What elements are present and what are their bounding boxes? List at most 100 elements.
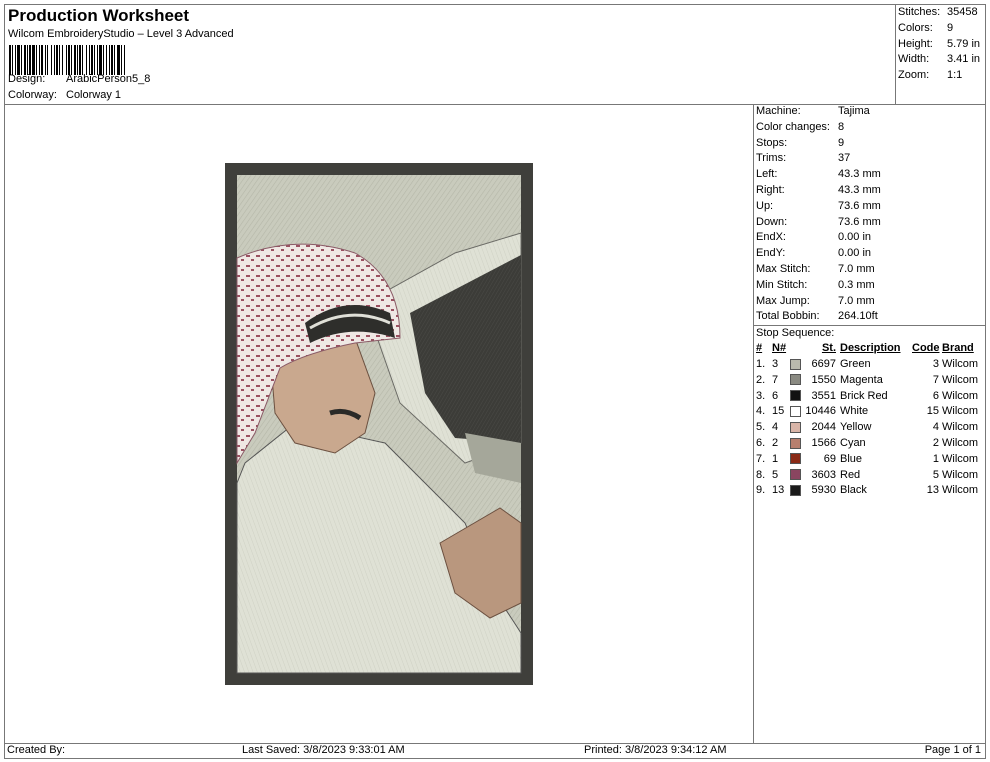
table-row: 8. 5 3603 Red 5 Wilcom <box>756 468 986 484</box>
colorway-value: Colorway 1 <box>66 89 122 101</box>
col-needle-header: N# <box>772 342 787 355</box>
summary-row: Colors: 9 <box>898 21 954 34</box>
row-needle: 15 <box>772 405 785 418</box>
color-swatch-box <box>790 374 801 386</box>
stop-sequence-title: Stop Sequence: <box>756 327 835 340</box>
color-swatch <box>790 420 804 436</box>
col-description-header: Description <box>840 342 901 355</box>
color-swatch <box>790 373 804 389</box>
table-row: 4. 15 10446 White 15 Wilcom <box>756 404 986 420</box>
color-swatch <box>790 389 804 405</box>
row-description: White <box>840 405 869 418</box>
row-brand: Wilcom <box>942 389 979 402</box>
worksheet-footer: Created By: Last Saved: 3/8/2023 9:33:01… <box>5 743 985 758</box>
color-swatch-box <box>790 437 801 449</box>
row-index: 2. <box>756 373 766 386</box>
summary-row: Width: 3.41 in <box>898 53 981 66</box>
row-stitches: 2044 <box>811 421 836 434</box>
row-stitches: 3551 <box>811 389 836 402</box>
row-index: 5. <box>756 421 766 434</box>
row-stitches: 6697 <box>811 357 836 370</box>
table-row: 1. 3 6697 Green 3 Wilcom <box>756 357 986 373</box>
row-needle: 3 <box>772 357 779 370</box>
row-brand: Wilcom <box>942 357 979 370</box>
row-description: Brick Red <box>840 389 888 402</box>
color-swatch-box <box>790 358 801 370</box>
row-stitches: 5930 <box>811 484 836 497</box>
row-code: 2 <box>932 436 939 449</box>
created-by: Created By: <box>7 744 66 756</box>
row-index: 4. <box>756 405 766 418</box>
color-swatch <box>790 483 804 499</box>
row-description: Red <box>840 468 861 481</box>
stat-row: Machine: Tajima <box>756 105 870 117</box>
row-needle: 4 <box>772 421 779 434</box>
design-value: ArabicPerson5_8 <box>66 73 151 85</box>
color-swatch <box>790 436 804 452</box>
row-stitches: 69 <box>823 452 836 465</box>
row-stitches: 3603 <box>811 468 836 481</box>
row-brand: Wilcom <box>942 436 979 449</box>
design-label: Design: <box>8 73 46 85</box>
row-description: Cyan <box>840 436 866 449</box>
page-number: Page 1 of 1 <box>924 744 981 756</box>
color-swatch-box <box>790 390 801 402</box>
row-code: 3 <box>932 357 939 370</box>
stat-row: Up: 73.6 mm <box>756 199 881 212</box>
row-brand: Wilcom <box>942 405 979 418</box>
barcode-bar <box>125 45 126 75</box>
row-needle: 1 <box>772 452 779 465</box>
row-index: 7. <box>756 452 766 465</box>
row-brand: Wilcom <box>942 484 979 497</box>
stat-row: Color changes: 8 <box>756 120 845 133</box>
row-description: Yellow <box>840 421 872 434</box>
row-index: 1. <box>756 357 766 370</box>
colorway-row: Colorway: Colorway 1 <box>8 89 121 101</box>
stat-row: Left: 43.3 mm <box>756 168 881 181</box>
row-code: 6 <box>932 389 939 402</box>
stat-row: Total Bobbin: 264.10ft <box>756 310 878 323</box>
row-code: 5 <box>932 468 939 481</box>
row-stitches: 10446 <box>805 405 836 418</box>
row-stitches: 1566 <box>811 436 836 449</box>
row-needle: 7 <box>772 373 779 386</box>
table-header-row: # N# St. Description Code Brand <box>756 341 986 357</box>
design-row: Design: ArabicPerson5_8 <box>8 73 150 85</box>
row-code: 7 <box>932 373 939 386</box>
row-index: 9. <box>756 484 766 497</box>
row-brand: Wilcom <box>942 468 979 481</box>
stat-row: Right: 43.3 mm <box>756 183 881 196</box>
table-row: 6. 2 1566 Cyan 2 Wilcom <box>756 436 986 452</box>
color-swatch <box>790 404 804 420</box>
colorway-label: Colorway: <box>8 89 57 101</box>
table-row: 9. 13 5930 Black 13 Wilcom <box>756 483 986 499</box>
row-code: 4 <box>932 421 939 434</box>
row-stitches: 1550 <box>811 373 836 386</box>
col-brand-header: Brand <box>942 342 974 355</box>
color-swatch <box>790 357 804 373</box>
table-row: 7. 1 69 Blue 1 Wilcom <box>756 452 986 468</box>
page-title: Production Worksheet <box>8 6 190 25</box>
row-description: Green <box>840 357 871 370</box>
color-swatch <box>790 452 804 468</box>
stat-row: Stops: 9 <box>756 136 845 149</box>
stat-row: EndX: 0.00 in <box>756 231 872 244</box>
row-brand: Wilcom <box>942 452 979 465</box>
table-row: 3. 6 3551 Brick Red 6 Wilcom <box>756 389 986 405</box>
software-subtitle: Wilcom EmbroideryStudio – Level 3 Advanc… <box>8 28 234 40</box>
table-row: 2. 7 1550 Magenta 7 Wilcom <box>756 373 986 389</box>
barcode <box>9 45 223 75</box>
stop-sequence-table: # N# St. Description Code Brand 1. 3 6697 G… <box>756 341 986 499</box>
stat-row: Down: 73.6 mm <box>756 215 881 228</box>
row-brand: Wilcom <box>942 421 979 434</box>
row-description: Magenta <box>840 373 883 386</box>
color-swatch-box <box>790 469 801 481</box>
stat-row: Min Stitch: 0.3 mm <box>756 278 875 291</box>
summary-row: Height: 5.79 in <box>898 37 981 50</box>
summary-panel: Stitches: 35458 Colors: 9 Height: 5.79 in W… <box>896 5 985 84</box>
stat-row: Trims: 37 <box>756 152 851 165</box>
embroidery-design-preview <box>225 163 533 685</box>
row-brand: Wilcom <box>942 373 979 386</box>
color-swatch-box <box>790 453 801 465</box>
worksheet-header: Production Worksheet Wilcom EmbroiderySt… <box>5 5 895 104</box>
